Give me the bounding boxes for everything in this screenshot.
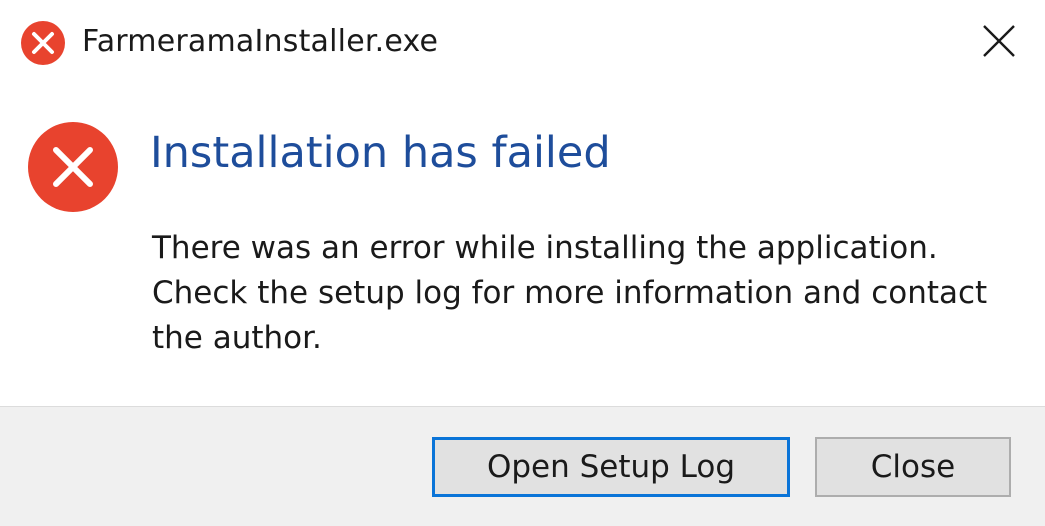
open-setup-log-button[interactable]: Open Setup Log: [432, 437, 790, 497]
close-button[interactable]: Close: [815, 437, 1011, 497]
close-window-button[interactable]: [966, 12, 1032, 74]
installer-error-dialog: FarmeramaInstaller.exe Installation has …: [0, 0, 1045, 526]
window-title: FarmeramaInstaller.exe: [82, 24, 439, 59]
error-heading: Installation has failed: [150, 128, 611, 178]
button-bar: Open Setup Log Close: [0, 406, 1045, 526]
close-icon: [982, 24, 1016, 62]
message-area: Installation has failed There was an err…: [0, 86, 1045, 406]
error-icon: [20, 20, 66, 66]
error-icon: [26, 120, 120, 214]
message-line: Check the setup log for more information…: [152, 275, 988, 311]
message-line: There was an error while installing the …: [152, 230, 938, 266]
message-line: the author.: [152, 320, 322, 356]
title-bar: FarmeramaInstaller.exe: [0, 0, 1045, 86]
error-message: There was an error while installing the …: [152, 226, 1032, 361]
